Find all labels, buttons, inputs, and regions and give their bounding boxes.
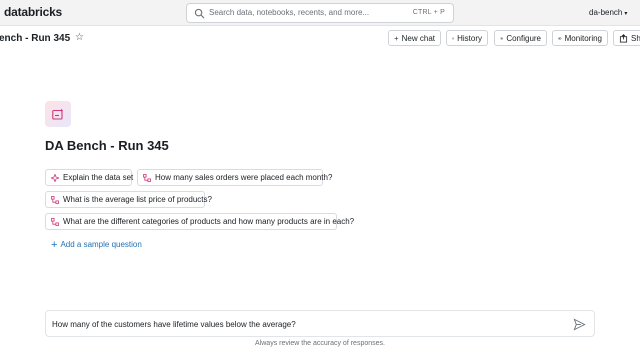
flow-icon [51,217,59,226]
top-bar: databricks Search data, notebooks, recen… [0,0,640,26]
eye-icon [558,36,562,40]
chat-input-value[interactable]: How many of the customers have lifetime … [52,320,296,329]
chevron-down-icon: ▾ [624,11,628,17]
share-label: Sha [631,33,640,43]
share-button[interactable]: Sha [613,30,640,46]
add-sample-question-label: Add a sample question [60,240,142,249]
star-icon[interactable]: ☆ [75,32,84,43]
global-search[interactable]: Search data, notebooks, recents, and mor… [186,3,454,23]
new-chat-button[interactable]: New chat [388,30,441,46]
configure-button[interactable]: Configure [494,30,547,46]
sample-question-label: What is the average list price of produc… [63,195,212,204]
sample-question-chip[interactable]: What are the different categories of pro… [45,213,354,230]
search-placeholder: Search data, notebooks, recents, and mor… [209,8,370,17]
sample-question-chip[interactable]: What is the average list price of produc… [45,191,212,208]
gear-icon [500,36,504,40]
history-button[interactable]: History [446,30,488,46]
history-label: History [457,33,482,43]
search-shortcut: CTRL + P [412,9,445,16]
sparkle-icon [51,173,59,182]
sample-question-label: How many sales orders were placed each m… [155,173,333,182]
sample-question-chip[interactable]: Explain the data set [45,169,134,186]
share-icon [619,33,628,43]
space-breadcrumb-title: ench - Run 345 [0,33,71,44]
monitoring-button[interactable]: Monitoring [552,30,608,46]
page-title: DA Bench - Run 345 [45,138,169,153]
workspace-name: da-bench [589,8,623,17]
plus-icon: + [51,238,58,251]
sample-question-label: What are the different categories of pro… [63,217,355,226]
send-icon[interactable] [573,318,586,331]
sparkle-icon [52,108,64,120]
monitoring-label: Monitoring [564,33,602,43]
flow-icon [143,173,151,182]
history-icon [452,37,454,39]
chat-input[interactable]: How many of the customers have lifetime … [45,310,595,337]
sample-question-label: Explain the data set [63,173,134,182]
sample-question-chip[interactable]: How many sales orders were placed each m… [137,169,332,186]
genie-space-icon [45,101,71,127]
plus-icon [394,36,399,40]
new-chat-label: New chat [401,33,435,43]
flow-icon [51,195,59,204]
databricks-logo[interactable]: databricks [4,5,62,19]
configure-label: Configure [506,33,541,43]
search-icon [194,8,205,19]
add-sample-question-link[interactable]: + Add a sample question [51,238,142,251]
workspace-switcher[interactable]: da-bench ▾ [589,8,627,17]
title-row: ench - Run 345 ☆ New chat History Config… [0,29,640,49]
accuracy-disclaimer: Always review the accuracy of responses. [255,340,385,347]
